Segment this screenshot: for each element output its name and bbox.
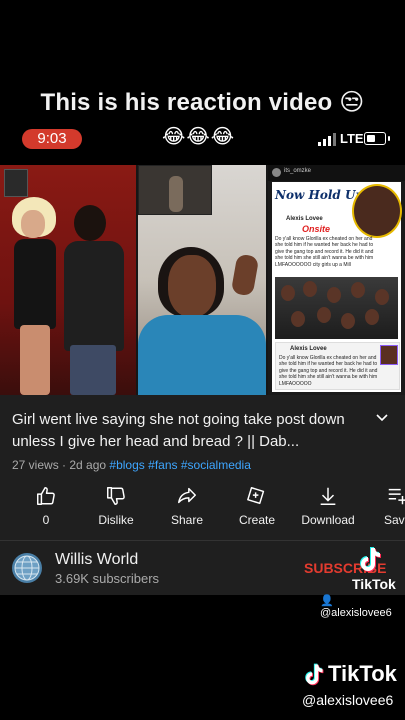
status-time: 9:03 xyxy=(22,129,82,149)
signal-icon xyxy=(318,132,338,146)
view-count: 27 views xyxy=(12,458,59,472)
post-card: Now Hold Up! Alexis Lovee Onsite Do y'al… xyxy=(272,182,402,392)
save-label: Save xyxy=(384,513,405,527)
hashtag[interactable]: #blogs xyxy=(109,458,144,472)
save-to-playlist-icon xyxy=(388,488,405,505)
video-panel-post: its_omzke Now Hold Up! Alexis Lovee Onsi… xyxy=(268,165,405,395)
video-meta: 27 views · 2d ago #blogs #fans #socialme… xyxy=(12,458,251,472)
video-panel-couple xyxy=(0,165,136,395)
crowd-photo xyxy=(275,277,398,339)
reaction-caption: This is his reaction video 😒 xyxy=(40,89,365,116)
status-bar: 9:03 😂😂😂 LTE xyxy=(0,124,405,154)
post-card-repeat: Alexis Lovee Do y'all know Glorilla ex c… xyxy=(275,342,400,390)
download-icon xyxy=(320,487,336,505)
like-button[interactable]: 0 xyxy=(14,485,78,527)
save-button[interactable]: Save xyxy=(368,485,405,527)
inset-video xyxy=(138,165,212,215)
tiktok-username-large: @alexislovee6 xyxy=(302,692,394,708)
thumbs-down-icon xyxy=(107,487,125,505)
thumbs-up-icon xyxy=(37,487,55,505)
tiktok-brand-large: TikTok xyxy=(328,661,397,686)
post-username: its_omzke xyxy=(284,168,312,174)
channel-avatar[interactable] xyxy=(12,553,42,583)
create-icon xyxy=(247,487,265,505)
tiktok-logo-icon xyxy=(305,663,324,686)
post-text: Do y'all know Glorilla ex cheated on her… xyxy=(275,236,374,268)
share-label: Share xyxy=(170,513,204,527)
subscriber-count: 3.69K subscribers xyxy=(55,571,160,586)
post-author: Alexis Lovee xyxy=(286,216,323,222)
like-count: 0 xyxy=(42,513,50,527)
video-panel-live xyxy=(138,165,266,395)
create-label: Create xyxy=(238,513,276,527)
laughing-emojis: 😂😂😂 xyxy=(162,126,236,148)
upload-age: 2d ago xyxy=(69,458,107,472)
video-player[interactable]: its_omzke Now Hold Up! Alexis Lovee Onsi… xyxy=(0,165,405,395)
tiktok-watermark-brand: TikTok xyxy=(352,576,396,592)
download-label: Download xyxy=(301,513,355,527)
create-button[interactable]: Create xyxy=(225,485,289,527)
tiktok-logo-icon xyxy=(360,547,381,572)
hashtag[interactable]: #socialmedia xyxy=(181,458,251,472)
portrait-image xyxy=(352,184,402,238)
channel-logo-icon xyxy=(4,169,28,197)
globe-icon xyxy=(14,555,40,581)
download-button[interactable]: Download xyxy=(296,485,360,527)
tiktok-watermark-user: 👤 @alexislovee6 xyxy=(320,595,392,619)
person-icon: 👤 xyxy=(320,595,334,607)
post-avatar xyxy=(272,168,281,177)
channel-row[interactable]: Willis World 3.69K subscribers SUBSCRIBE xyxy=(0,541,405,595)
chevron-down-icon[interactable] xyxy=(375,413,389,423)
channel-name[interactable]: Willis World xyxy=(55,551,138,569)
video-title[interactable]: Girl went live saying she not going take… xyxy=(12,409,367,453)
share-icon xyxy=(178,487,196,504)
network-type: LTE xyxy=(340,131,364,146)
action-bar: 0 Dislike Share Create Download Sav xyxy=(0,485,405,535)
dislike-label: Dislike xyxy=(98,513,134,527)
onsite-label: Onsite xyxy=(302,224,331,234)
share-button[interactable]: Share xyxy=(155,485,219,527)
hashtag[interactable]: #fans xyxy=(148,458,177,472)
battery-icon xyxy=(364,132,386,145)
dislike-button[interactable]: Dislike xyxy=(84,485,148,527)
video-info: Girl went live saying she not going take… xyxy=(0,395,405,595)
